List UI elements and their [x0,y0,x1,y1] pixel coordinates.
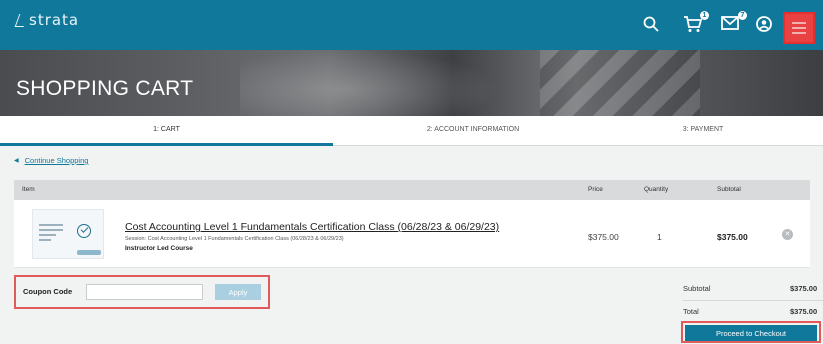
search-icon[interactable] [642,15,664,35]
step-account-information[interactable]: 2: ACCOUNT INFORMATION [333,116,613,146]
course-title-link[interactable]: Cost Accounting Level 1 Fundamentals Cer… [125,221,499,233]
thumbnail-tag [77,250,101,255]
coupon-code-input[interactable] [86,284,203,300]
left-arrow-icon: ◀ [14,158,19,164]
column-header-item: Item [22,186,35,193]
checkout-highlight: Proceed to Checkout [681,321,821,343]
certification-check-icon [77,224,91,238]
column-header-price: Price [588,186,603,193]
continue-shopping[interactable]: ◀ Continue Shopping [14,156,88,165]
course-session-text: Session: Cost Accounting Level 1 Fundame… [125,236,344,242]
subtotal-value: $375.00 [790,284,818,293]
cart-table-header: Item Price Quantity Subtotal [14,180,810,200]
coupon-code-label: Coupon Code [23,287,73,296]
page-title: SHOPPING CART [16,77,194,100]
logo-mark-icon [16,12,26,28]
item-subtotal: $375.00 [717,232,748,242]
messages-icon[interactable]: 7 [721,11,747,35]
total-value: $375.00 [790,307,818,316]
messages-count-badge: 7 [738,11,747,20]
column-header-quantity: Quantity [644,186,669,193]
course-type-label: Instructor Led Course [125,245,193,252]
coupon-section: Coupon Code Apply [14,275,270,309]
step-cart[interactable]: 1: CART [0,116,333,146]
apply-coupon-button[interactable]: Apply [215,284,261,300]
logo-text: strata [29,11,80,29]
user-account-icon[interactable] [755,15,777,35]
checkout-steps: 1: CART 2: ACCOUNT INFORMATION 3: PAYMEN… [0,116,823,146]
step-payment[interactable]: 3: PAYMENT [613,116,793,146]
proceed-to-checkout-button[interactable]: Proceed to Checkout [685,325,817,341]
totals-divider [683,300,823,301]
subtotal-label: Subtotal [683,284,711,293]
column-header-subtotal: Subtotal [717,186,741,193]
menu-bar-icon [792,32,806,34]
item-price: $375.00 [588,232,619,242]
menu-bar-icon [792,22,806,24]
hero-banner: SHOPPING CART [0,50,823,116]
top-nav-bar: strata 1 7 [0,0,823,50]
total-label: Total [683,307,699,316]
cart-icon[interactable]: 1 [683,11,709,35]
thumbnail-text-lines [39,224,63,244]
strata-logo[interactable]: strata [16,11,79,29]
remove-item-icon[interactable]: ✕ [782,229,793,240]
menu-bar-icon [792,27,806,29]
cart-item-row: Cost Accounting Level 1 Fundamentals Cer… [14,200,810,268]
course-thumbnail[interactable] [32,209,104,259]
hamburger-menu-button[interactable] [783,12,815,44]
item-quantity: 1 [657,232,662,242]
continue-shopping-link[interactable]: Continue Shopping [25,156,89,165]
cart-count-badge: 1 [700,11,709,20]
